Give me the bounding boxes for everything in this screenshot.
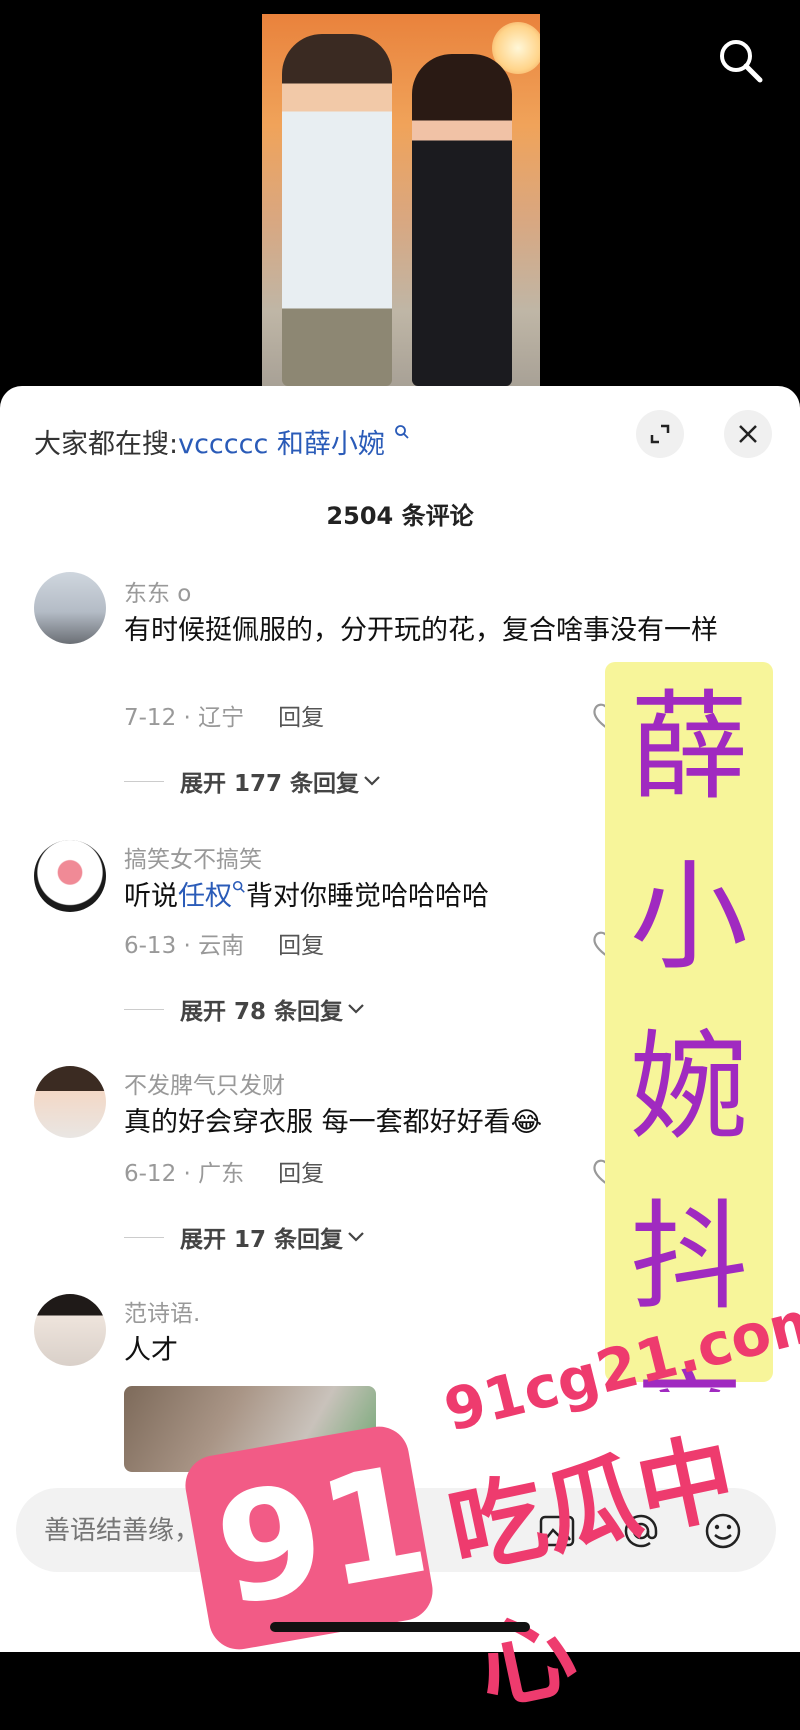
expand-replies-label: 展开 177 条回复	[180, 771, 360, 797]
comment-username[interactable]: 范诗语.	[124, 1294, 200, 1328]
search-icon	[720, 40, 763, 83]
hot-search[interactable]: 大家都在搜:vccccc 和薛小婉	[34, 422, 410, 461]
comment-username[interactable]: 搞笑女不搞笑	[124, 840, 262, 874]
reply-button[interactable]: 回复	[278, 705, 324, 731]
hot-search-keyword[interactable]: vccccc 和薛小婉	[178, 429, 385, 460]
chevron-down-icon	[348, 1004, 364, 1014]
avatar[interactable]	[34, 1294, 106, 1366]
comment-text-before: 听说	[124, 881, 178, 912]
search-button[interactable]	[716, 36, 766, 86]
close-icon	[739, 425, 757, 443]
comment-text: 有时候挺佩服的，分开玩的花，复合啥事没有一样	[124, 615, 718, 646]
comment-meta: 7-12 · 辽宁 回复	[124, 698, 324, 732]
video-player[interactable]	[0, 0, 800, 400]
expand-sheet-button[interactable]	[636, 410, 684, 458]
avatar[interactable]	[34, 572, 106, 644]
expand-replies-label: 展开 17 条回复	[180, 1227, 344, 1253]
comment-username[interactable]: 不发脾气只发财	[124, 1066, 285, 1100]
hot-search-prefix: 大家都在搜:	[34, 429, 179, 460]
expand-replies-button[interactable]: 展开 177 条回复	[124, 764, 381, 798]
search-small-icon	[232, 880, 245, 893]
sticker-char: 薛	[629, 678, 748, 816]
comment-username[interactable]: 东东 o	[124, 574, 191, 608]
reply-button[interactable]: 回复	[278, 1161, 324, 1187]
expand-replies-button[interactable]: 展开 78 条回复	[124, 992, 365, 1026]
comment-count: 2504 条评论	[326, 502, 474, 530]
man-figure	[282, 34, 392, 386]
watermark-logo: 91	[180, 1421, 441, 1655]
sticker-overlay: 薛 小 婉 抖 音	[605, 662, 773, 1392]
chevron-down-icon	[348, 1232, 364, 1242]
divider-line	[124, 1008, 164, 1010]
sticker-char: 小	[629, 848, 748, 986]
comment-search-link[interactable]: 任权	[178, 881, 232, 912]
avatar[interactable]	[34, 1066, 106, 1138]
comment-date: 7-12 · 辽宁	[124, 705, 245, 731]
close-button[interactable]	[724, 410, 772, 458]
comment-meta: 6-13 · 云南 回复	[124, 926, 324, 960]
woman-figure	[412, 54, 512, 386]
sticker-char: 婉	[629, 1018, 748, 1156]
expand-icon	[650, 424, 670, 444]
chevron-down-icon	[364, 776, 380, 786]
comment-date: 6-12 · 广东	[124, 1161, 245, 1187]
home-indicator[interactable]	[270, 1622, 530, 1632]
expand-replies-label: 展开 78 条回复	[180, 999, 344, 1025]
expand-replies-button[interactable]: 展开 17 条回复	[124, 1220, 365, 1254]
search-small-icon	[394, 425, 409, 439]
divider-line	[124, 780, 164, 782]
reply-button[interactable]: 回复	[278, 933, 324, 959]
comment-date: 6-13 · 云南	[124, 933, 245, 959]
comment-text-after: 背对你睡觉哈哈哈哈	[246, 881, 489, 912]
video-frame[interactable]	[262, 14, 540, 386]
watermark-logo-text: 91	[204, 1432, 441, 1641]
avatar[interactable]	[34, 840, 106, 912]
divider-line	[124, 1236, 164, 1238]
comment-meta: 6-12 · 广东 回复	[124, 1154, 324, 1188]
